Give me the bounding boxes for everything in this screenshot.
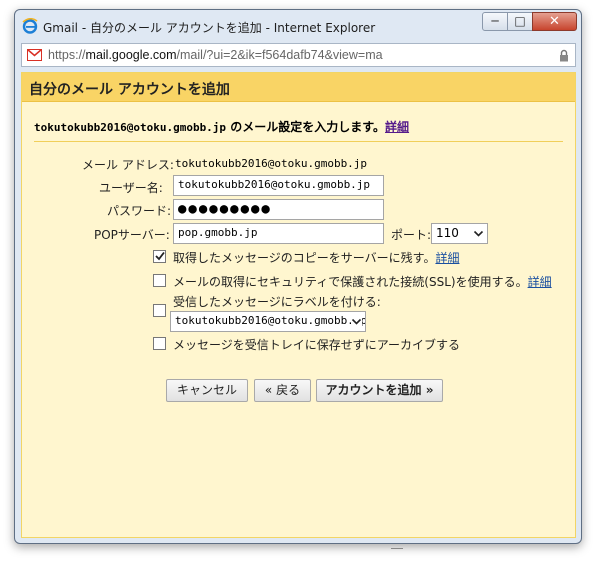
close-button[interactable]: ✕ (532, 12, 577, 31)
chevron-down-icon (473, 230, 484, 237)
dialog-header: 自分のメール アカウントを追加 (22, 73, 575, 102)
apply-label-text: 受信したメッセージにラベルを付ける: (173, 295, 381, 309)
ssl-label: メールの取得にセキュリティで保護された接続(SSL)を使用する。詳細 (173, 275, 552, 289)
window-title: Gmail - 自分のメール アカウントを追加 - Internet Explo… (43, 21, 376, 35)
leave-copy-label: 取得したメッセージのコピーをサーバーに残す。詳細 (173, 251, 460, 265)
back-button[interactable]: « 戻る (254, 379, 311, 402)
archive-label: メッセージを受信トレイに保存せずにアーカイブする (173, 338, 461, 352)
maximize-button[interactable]: □ (507, 12, 533, 31)
label-select[interactable]: tokutokubb2016@otoku.gmobb.jp (170, 311, 366, 332)
pop-server-label: POPサーバー: (94, 228, 170, 242)
password-field[interactable]: ●●●●●●●●● (173, 199, 384, 220)
username-field[interactable]: tokutokubb2016@otoku.gmobb.jp (173, 175, 384, 196)
divider (34, 141, 563, 142)
browser-window: Gmail - 自分のメール アカウントを追加 - Internet Explo… (14, 9, 582, 544)
password-label: パスワード: (107, 204, 172, 218)
minimize-button[interactable]: ─ (482, 12, 508, 31)
username-label: ユーザー名: (99, 181, 163, 195)
ssl-details-link[interactable]: 詳細 (528, 275, 552, 289)
address-bar[interactable]: https://mail.google.com/mail/?ui=2&ik=f5… (21, 43, 576, 67)
leave-copy-details-link[interactable]: 詳細 (435, 251, 459, 265)
leave-copy-checkbox[interactable] (153, 250, 166, 263)
ie-icon (22, 18, 38, 34)
port-label: ポート: (391, 228, 432, 242)
close-icon: ✕ (549, 14, 560, 29)
label-select-value: tokutokubb2016@otoku.gmobb.jp (175, 314, 366, 327)
archive-checkbox[interactable] (153, 337, 166, 350)
port-select[interactable]: 110 (431, 223, 488, 244)
minimize-icon: ─ (491, 14, 499, 28)
intro-text: tokutokubb2016@otoku.gmobb.jp のメール設定を入力し… (34, 118, 409, 135)
add-account-button[interactable]: アカウントを追加 » (316, 379, 443, 402)
divider (391, 548, 403, 549)
intro-message: のメール設定を入力します。 (226, 120, 386, 134)
apply-label-checkbox[interactable] (153, 304, 166, 317)
cancel-button[interactable]: キャンセル (166, 379, 248, 402)
chevron-down-icon (351, 316, 362, 327)
intro-email: tokutokubb2016@otoku.gmobb.jp (34, 121, 227, 134)
ssl-checkbox[interactable] (153, 274, 166, 287)
email-value: tokutokubb2016@otoku.gmobb.jp (175, 157, 368, 170)
email-label: メール アドレス: (82, 158, 174, 172)
dialog-heading: 自分のメール アカウントを追加 (29, 82, 230, 98)
title-bar[interactable]: Gmail - 自分のメール アカウントを追加 - Internet Explo… (15, 10, 581, 42)
lock-icon (560, 49, 568, 62)
port-value: 110 (436, 226, 459, 240)
dialog-content: 自分のメール アカウントを追加 tokutokubb2016@otoku.gmo… (21, 72, 576, 538)
maximize-icon: □ (514, 14, 526, 28)
url-text: https://mail.google.com/mail/?ui=2&ik=f5… (48, 48, 383, 62)
intro-details-link[interactable]: 詳細 (385, 120, 409, 134)
checkmark-icon (155, 251, 165, 261)
pop-server-field[interactable]: pop.gmobb.jp (173, 223, 384, 244)
gmail-icon (27, 49, 42, 61)
